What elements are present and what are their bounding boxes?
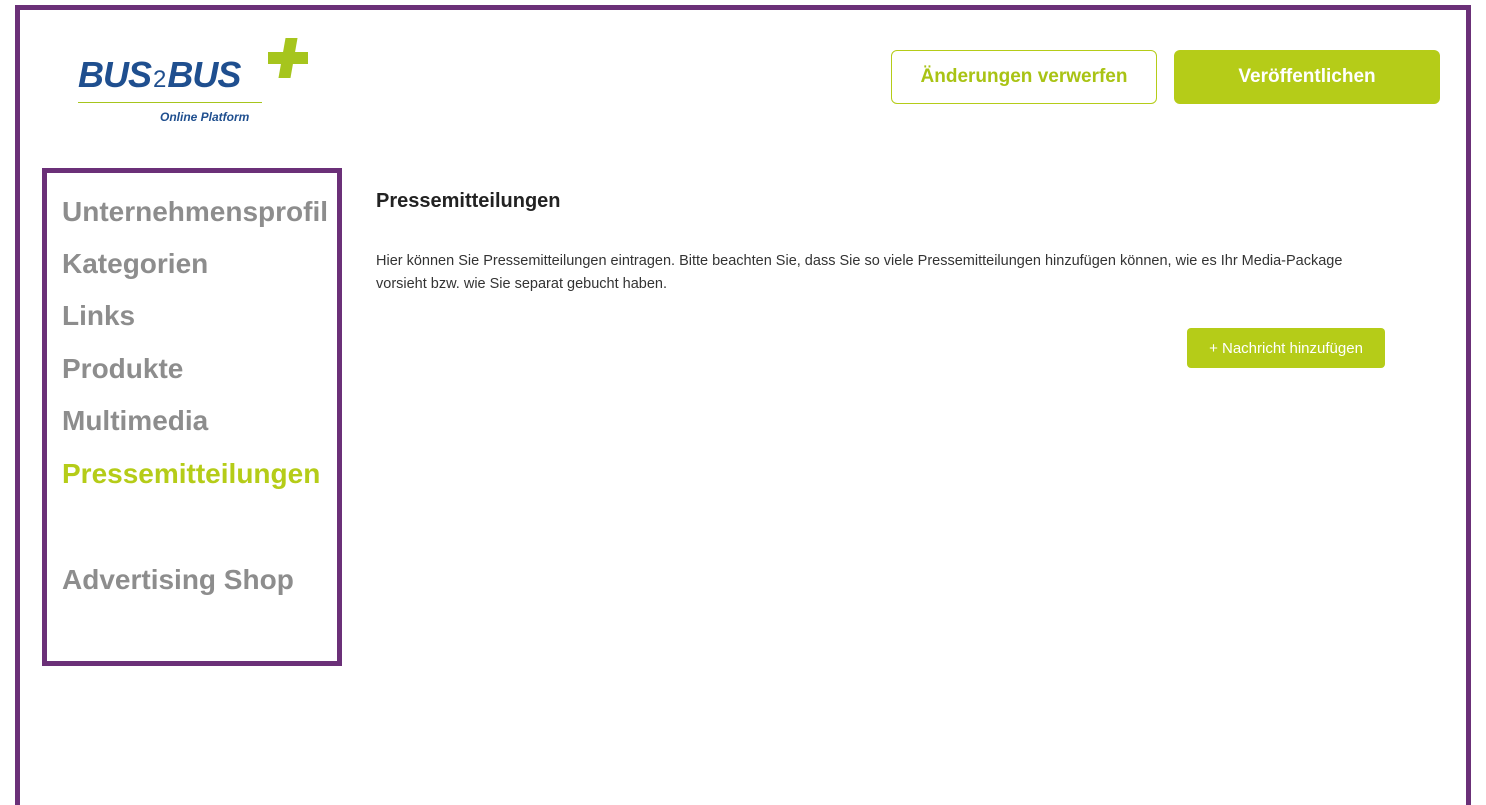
sidebar-item-multimedia[interactable]: Multimedia [62, 405, 208, 437]
logo-subtitle: Online Platform [160, 110, 250, 124]
logo-wordmark: BUS2BUS [78, 54, 241, 96]
logo[interactable]: BUS2BUS Online Platform [78, 38, 308, 130]
logo-divider [78, 102, 262, 103]
sidebar-item-links[interactable]: Links [62, 300, 135, 332]
sidebar-item-pressemitteilungen[interactable]: Pressemitteilungen [62, 458, 320, 490]
plus-icon [268, 38, 308, 78]
sidebar-item-advertising-shop[interactable]: Advertising Shop [62, 564, 294, 596]
publish-button[interactable]: Veröffentlichen [1174, 50, 1440, 104]
sidebar-item-unternehmensprofil[interactable]: Unternehmensprofil [62, 196, 328, 228]
discard-changes-button[interactable]: Änderungen verwerfen [891, 50, 1157, 104]
add-message-button[interactable]: + Nachricht hinzufügen [1187, 328, 1385, 368]
sidebar-item-kategorien[interactable]: Kategorien [62, 248, 208, 280]
sidebar-nav: Unternehmensprofil Kategorien Links Prod… [42, 168, 342, 666]
logo-brand-mid: 2 [153, 66, 166, 93]
logo-brand-right: BUS [167, 54, 241, 95]
sidebar-item-produkte[interactable]: Produkte [62, 353, 183, 385]
logo-brand-left: BUS [78, 54, 152, 95]
page-description: Hier können Sie Pressemitteilungen eintr… [376, 253, 1343, 292]
page-title: Pressemitteilungen [376, 190, 561, 212]
